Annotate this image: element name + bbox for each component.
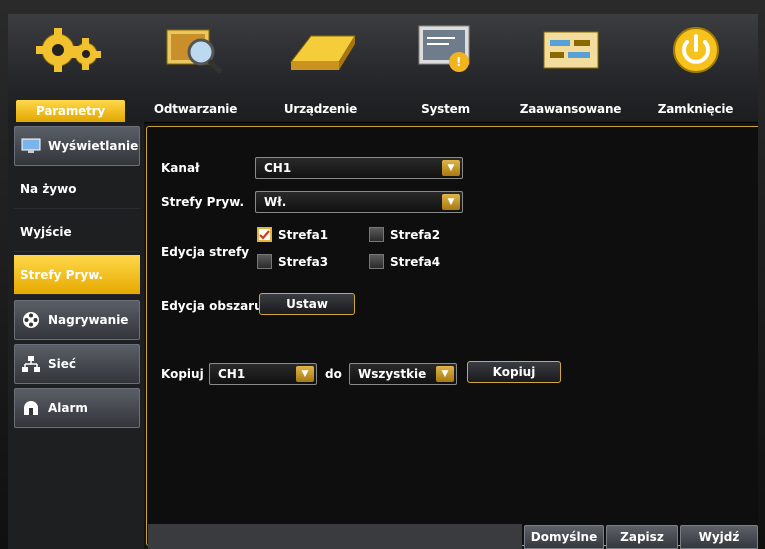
exit-button[interactable]: Wyjdź	[680, 525, 758, 549]
sliders-icon	[531, 22, 611, 78]
chevron-down-icon: ▼	[442, 160, 460, 176]
strefy-label: Strefy Pryw.	[161, 195, 245, 209]
zone-label: Strefa1	[278, 227, 329, 242]
edycja-strefy-label: Edycja strefy	[161, 245, 250, 259]
zone-label: Strefa2	[390, 227, 441, 242]
kanal-label: Kanał	[161, 161, 200, 175]
monitor-frame: Parametry Odtwarzanie Urządzenie ! Syste…	[0, 0, 765, 549]
checkbox-empty-icon	[257, 254, 272, 269]
checkmark-icon	[257, 227, 272, 242]
kopiuj-label: Kopiuj	[161, 367, 204, 381]
sidebar-item-strefy-pryw[interactable]: Strefy Pryw.	[14, 255, 140, 295]
tab-label: Urządzenie	[283, 102, 358, 116]
zone-checkbox-3[interactable]: Strefa3	[257, 254, 328, 269]
sidebar-item-wyjscie[interactable]: Wyjście	[14, 212, 140, 252]
tab-label: System	[421, 102, 470, 116]
film-reel-icon	[21, 312, 41, 328]
network-icon	[21, 356, 41, 372]
tab-label: Zaawansowane	[519, 102, 622, 116]
tab-zaawansowane[interactable]: Zaawansowane	[508, 14, 633, 122]
save-button[interactable]: Zapisz	[606, 525, 678, 549]
tab-label: Odtwarzanie	[153, 102, 238, 116]
zone-checkbox-1[interactable]: Strefa1	[257, 227, 328, 242]
monitor-info-icon: !	[406, 22, 486, 78]
power-icon	[656, 22, 736, 78]
top-menu-bar: Parametry Odtwarzanie Urządzenie ! Syste…	[8, 14, 758, 123]
chevron-down-icon: ▼	[296, 366, 314, 382]
kopiuj-button[interactable]: Kopiuj	[467, 361, 561, 383]
copy-from-value: CH1	[218, 367, 246, 381]
kanal-dropdown[interactable]: CH1 ▼	[255, 157, 463, 179]
hdd-icon	[281, 22, 361, 78]
edycja-obszaru-label: Edycja obszaru	[161, 299, 263, 313]
sidebar-item-label: Sieć	[48, 357, 77, 371]
zone-checkbox-2[interactable]: Strefa2	[369, 227, 440, 242]
kanal-value: CH1	[264, 161, 292, 175]
checkbox-empty-icon	[369, 227, 384, 242]
tab-zamkniecie[interactable]: Zamknięcie	[633, 14, 758, 122]
status-strip	[148, 524, 522, 549]
tab-label: Parametry	[16, 100, 125, 122]
tab-system[interactable]: ! System	[383, 14, 508, 122]
zone-checkbox-4[interactable]: Strefa4	[369, 254, 440, 269]
dvr-screen: Parametry Odtwarzanie Urządzenie ! Syste…	[8, 14, 758, 549]
copy-to-dropdown[interactable]: Wszystkie ▼	[349, 363, 457, 385]
ustaw-button[interactable]: Ustaw	[259, 293, 355, 315]
strefy-value: Wł.	[264, 195, 287, 209]
chevron-down-icon: ▼	[442, 194, 460, 210]
sidebar-item-label: Alarm	[48, 401, 88, 415]
copy-from-dropdown[interactable]: CH1 ▼	[209, 363, 317, 385]
chevron-down-icon: ▼	[436, 366, 454, 382]
sidebar-item-alarm[interactable]: Alarm	[14, 388, 140, 428]
playback-magnifier-icon	[156, 22, 236, 78]
tab-odtwarzanie[interactable]: Odtwarzanie	[133, 14, 258, 122]
alarm-bell-icon	[21, 400, 41, 416]
sidebar-item-label: Wyjście	[20, 224, 72, 239]
settings-panel: Kanał CH1 ▼ Strefy Pryw. Wł. ▼ Edycja st…	[146, 126, 758, 546]
sidebar-item-na-zywo[interactable]: Na żywo	[14, 169, 140, 209]
svg-text:!: !	[456, 55, 461, 69]
copy-to-value: Wszystkie	[358, 367, 427, 381]
sidebar: Wyświetlanie Na żywo Wyjście Strefy Pryw…	[8, 122, 144, 549]
do-label: do	[325, 367, 342, 381]
sidebar-item-label: Wyświetlanie	[48, 139, 139, 153]
gears-icon	[31, 22, 111, 78]
sidebar-item-label: Strefy Pryw.	[20, 267, 104, 282]
tab-label: Zamknięcie	[657, 102, 734, 116]
sidebar-item-label: Na żywo	[20, 181, 77, 196]
default-button[interactable]: Domyślne	[524, 525, 604, 549]
zone-label: Strefa4	[390, 254, 441, 269]
sidebar-item-siec[interactable]: Sieć	[14, 344, 140, 384]
zone-label: Strefa3	[278, 254, 329, 269]
monitor-icon	[21, 138, 41, 154]
sidebar-item-wyswietlanie[interactable]: Wyświetlanie	[14, 126, 140, 166]
tab-parametry[interactable]: Parametry	[8, 14, 133, 122]
tab-urzadzenie[interactable]: Urządzenie	[258, 14, 383, 122]
sidebar-item-nagrywanie[interactable]: Nagrywanie	[14, 300, 140, 340]
sidebar-item-label: Nagrywanie	[48, 313, 129, 327]
strefy-dropdown[interactable]: Wł. ▼	[255, 191, 463, 213]
checkbox-empty-icon	[369, 254, 384, 269]
